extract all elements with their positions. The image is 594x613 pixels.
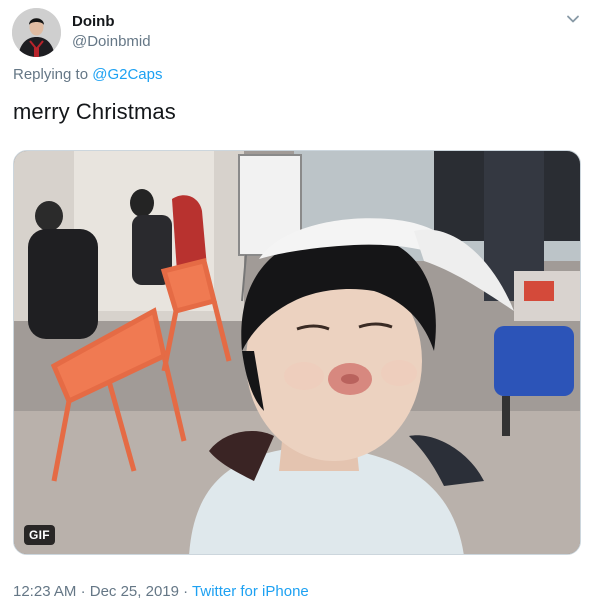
reply-prefix: Replying to	[13, 66, 89, 83]
tweet-time[interactable]: 12:23 AM	[13, 583, 76, 600]
tweet-card: Doinb @Doinbmid Replying to @G2Caps merr…	[0, 0, 594, 613]
reply-context: Replying to @G2Caps	[13, 66, 162, 83]
display-name[interactable]: Doinb	[72, 13, 115, 30]
tweet-text: merry Christmas	[13, 99, 176, 124]
gif-media[interactable]: GIF	[13, 150, 581, 555]
reply-mention-link[interactable]: @G2Caps	[92, 66, 162, 83]
gif-badge: GIF	[24, 525, 55, 545]
tweet-source-link[interactable]: Twitter for iPhone	[192, 583, 309, 600]
tweet-metadata: 12:23 AM · Dec 25, 2019 · Twitter for iP…	[13, 583, 309, 600]
chevron-down-icon[interactable]	[564, 10, 582, 28]
separator-dot: ·	[183, 583, 189, 600]
handle[interactable]: @Doinbmid	[72, 33, 151, 50]
avatar[interactable]	[12, 8, 61, 57]
gif-frame	[14, 151, 580, 554]
separator-dot: ·	[80, 583, 86, 600]
tweet-date[interactable]: Dec 25, 2019	[90, 583, 179, 600]
